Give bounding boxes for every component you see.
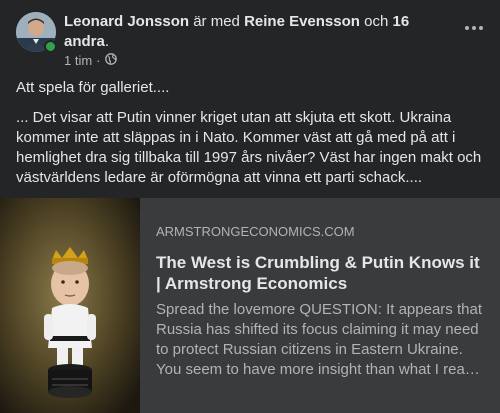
link-preview-card[interactable]: ARMSTRONGECONOMICS.COM The West is Crumb… [0, 198, 500, 413]
author-avatar[interactable] [16, 12, 57, 53]
post-header: Leonard Jonsson är med Reine Evensson oc… [16, 12, 484, 68]
post-body: Att spela för galleriet.... ... Det visa… [16, 78, 484, 198]
period: . [104, 33, 110, 50]
more-options-button[interactable] [460, 18, 488, 38]
tagged-name[interactable]: Reine Evensson [244, 13, 360, 30]
and-text: och [364, 13, 389, 30]
dot-icon [465, 26, 469, 30]
link-description: Spread the lovemore QUESTION: It appears… [156, 301, 482, 378]
dot-icon [479, 26, 483, 30]
post-time[interactable]: 1 tim [64, 53, 92, 69]
link-text-block: ARMSTRONGECONOMICS.COM The West is Crumb… [140, 198, 500, 413]
author-line: Leonard Jonsson är med Reine Evensson oc… [64, 12, 424, 52]
dot-icon [472, 26, 476, 30]
link-domain: ARMSTRONGECONOMICS.COM [156, 224, 355, 239]
with-text: är med [193, 13, 240, 30]
author-name[interactable]: Leonard Jonsson [64, 13, 189, 30]
online-status-dot [44, 40, 57, 53]
post-text-line: Att spela för galleriet.... [16, 79, 170, 96]
link-thumbnail [0, 198, 140, 413]
globe-icon [104, 53, 117, 69]
post-meta: 1 tim · [64, 53, 117, 69]
link-title[interactable]: The West is Crumbling & Putin Knows it |… [156, 252, 488, 294]
meta-separator: · [96, 53, 101, 68]
post-text-paragraph: ... Det visar att Putin vinner kriget ut… [16, 109, 482, 186]
